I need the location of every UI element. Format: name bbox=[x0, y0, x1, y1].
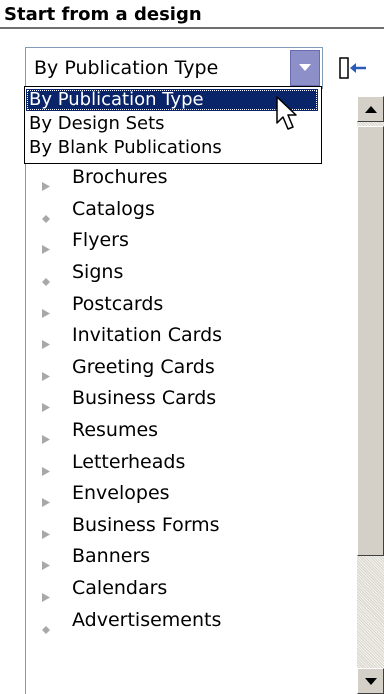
dot-icon bbox=[42, 207, 50, 228]
triangle-icon bbox=[42, 333, 50, 354]
list-item-label: Catalogs bbox=[72, 197, 155, 220]
triangle-icon bbox=[42, 238, 50, 259]
list-item[interactable]: Calendars bbox=[26, 574, 356, 604]
triangle-icon bbox=[42, 365, 50, 386]
arrow-down-icon bbox=[364, 677, 377, 685]
list-item-label: Signs bbox=[72, 261, 124, 283]
list-item[interactable]: Catalogs bbox=[26, 195, 356, 225]
list-item[interactable]: Flyers bbox=[26, 226, 356, 256]
list-item-label: Banners bbox=[72, 545, 151, 568]
list-item-label: Flyers bbox=[72, 229, 129, 252]
list-item-label: Calendars bbox=[72, 577, 168, 599]
list-item-label: Greeting Cards bbox=[72, 355, 215, 378]
list-item-label: Advertisements bbox=[72, 608, 222, 631]
dropdown-arrow-button[interactable] bbox=[290, 50, 320, 86]
triangle-icon bbox=[42, 554, 50, 575]
list-item[interactable]: Greeting Cards bbox=[26, 353, 356, 383]
list-item[interactable]: Brochures bbox=[26, 163, 356, 193]
list-item-label: Letterheads bbox=[72, 450, 186, 473]
list-item[interactable]: Business Cards bbox=[26, 384, 356, 414]
scroll-up-button[interactable] bbox=[357, 96, 384, 122]
list-item[interactable]: Advertisements bbox=[26, 606, 356, 636]
publication-type-list: NewslettersWeb SitesBrochuresCatalogsFly… bbox=[25, 96, 384, 694]
list-item-label: Resumes bbox=[72, 419, 159, 441]
triangle-icon bbox=[42, 586, 50, 607]
list-item[interactable]: Signs bbox=[26, 258, 356, 288]
list-item[interactable]: Banners bbox=[26, 542, 356, 572]
list-item-label: Invitation Cards bbox=[72, 324, 223, 347]
dropdown-selected-value: By Publication Type bbox=[34, 57, 219, 79]
list-item-label: Business Forms bbox=[72, 513, 220, 536]
chevron-down-icon bbox=[299, 64, 311, 71]
collapse-left-icon bbox=[339, 57, 366, 79]
list-item[interactable]: Envelopes bbox=[26, 479, 356, 509]
mouse-pointer-icon bbox=[276, 96, 300, 137]
list-item-label: Envelopes bbox=[72, 482, 170, 505]
list-item-label: Business Cards bbox=[72, 387, 217, 410]
scroll-down-button[interactable] bbox=[357, 668, 384, 694]
collapse-pane-button[interactable] bbox=[336, 50, 372, 86]
triangle-icon bbox=[42, 460, 50, 481]
triangle-icon bbox=[42, 175, 50, 196]
task-pane-section-header: Start from a design bbox=[0, 0, 384, 30]
section-title: Start from a design bbox=[4, 4, 202, 25]
dot-icon bbox=[42, 618, 50, 639]
list-item[interactable]: Letterheads bbox=[26, 448, 356, 478]
list-item[interactable]: Business Forms bbox=[26, 511, 356, 541]
triangle-icon bbox=[42, 396, 50, 417]
list-item[interactable]: Invitation Cards bbox=[26, 321, 356, 351]
list-item-label: Postcards bbox=[72, 292, 164, 315]
scroll-thumb[interactable] bbox=[357, 126, 384, 556]
triangle-icon bbox=[42, 523, 50, 544]
triangle-icon bbox=[42, 491, 50, 512]
design-view-dropdown[interactable]: By Publication Type bbox=[25, 47, 323, 89]
list-item[interactable]: Resumes bbox=[26, 416, 356, 446]
list-item-label: Brochures bbox=[72, 166, 168, 189]
list-item[interactable]: Postcards bbox=[26, 290, 356, 320]
dropdown-option-blank-publications[interactable]: By Blank Publications bbox=[26, 137, 316, 159]
triangle-icon bbox=[42, 302, 50, 323]
arrow-up-icon bbox=[364, 105, 377, 113]
vertical-scrollbar[interactable] bbox=[357, 96, 384, 694]
triangle-icon bbox=[42, 428, 50, 449]
dropdown-option-publication-type[interactable]: By Publication Type bbox=[26, 89, 318, 111]
dropdown-option-design-sets[interactable]: By Design Sets bbox=[26, 113, 316, 135]
dot-icon bbox=[42, 270, 50, 291]
